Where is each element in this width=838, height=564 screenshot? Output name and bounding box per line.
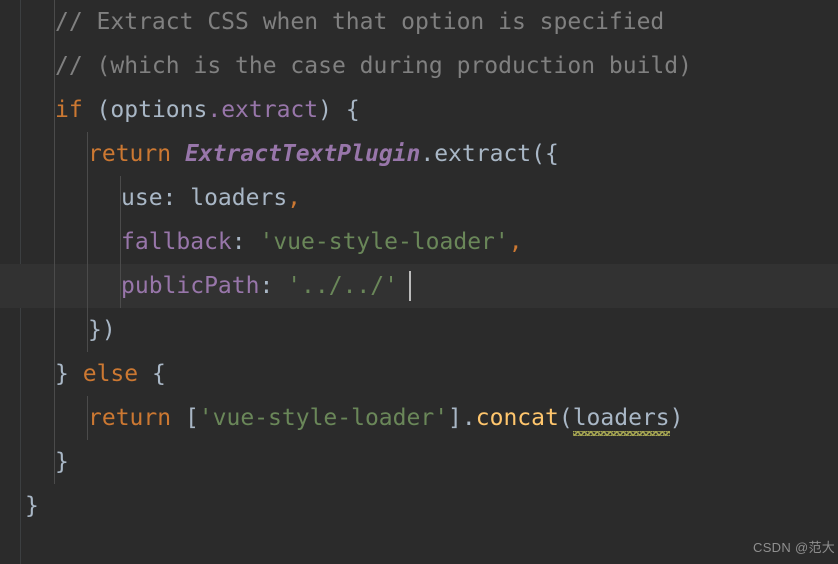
code-token: concat xyxy=(475,405,559,431)
code-line[interactable]: } xyxy=(55,440,69,484)
code-line[interactable]: return ExtractTextPlugin.extract({ xyxy=(88,132,559,176)
code-editor[interactable]: // Extract CSS when that option is speci… xyxy=(0,0,838,564)
code-token: publicPath xyxy=(121,273,260,299)
code-token: 'vue-style-loader' xyxy=(198,405,449,431)
code-token: else xyxy=(82,361,139,387)
code-token: // Extract CSS when that option is speci… xyxy=(55,9,665,35)
code-token-warning: loaders xyxy=(572,396,670,440)
code-token: use: loaders xyxy=(121,185,288,211)
code-token: }) xyxy=(88,317,116,343)
watermark: CSDN @范大 xyxy=(753,540,836,555)
code-line[interactable]: // (which is the case during production … xyxy=(55,44,692,88)
code-token: } xyxy=(55,361,69,387)
code-token: .extract xyxy=(207,97,319,123)
code-token: } xyxy=(25,493,39,519)
code-line[interactable]: use: loaders, xyxy=(121,176,301,220)
code-token: ) { xyxy=(318,97,360,123)
code-token: ) xyxy=(669,405,684,431)
code-line[interactable]: fallback: 'vue-style-loader', xyxy=(121,220,523,264)
code-token: ( xyxy=(558,405,573,431)
code-token: return xyxy=(88,405,172,431)
code-content[interactable]: // Extract CSS when that option is speci… xyxy=(0,0,838,564)
code-token: ( xyxy=(82,97,111,123)
code-token: fallback xyxy=(121,229,232,255)
code-line[interactable]: // Extract CSS when that option is speci… xyxy=(55,0,664,44)
code-token: if xyxy=(55,97,83,123)
code-token: : xyxy=(231,229,260,255)
code-token: , xyxy=(287,185,302,211)
code-token: '../../' xyxy=(287,273,398,299)
code-token: , xyxy=(508,229,523,255)
code-token: 'vue-style-loader' xyxy=(259,229,509,255)
code-token: { xyxy=(138,361,166,387)
code-line[interactable]: return ['vue-style-loader'].concat(loade… xyxy=(88,396,684,440)
text-caret xyxy=(409,271,411,301)
code-token: } xyxy=(55,449,69,475)
code-line[interactable]: publicPath: '../../' xyxy=(121,264,398,308)
code-token: ExtractTextPlugin xyxy=(184,141,421,167)
code-line[interactable]: } else { xyxy=(55,352,166,396)
code-token: // (which is the case during production … xyxy=(55,53,692,79)
code-line[interactable]: } xyxy=(25,484,39,528)
code-token: options xyxy=(110,97,208,123)
code-token: : xyxy=(259,273,288,299)
code-token: ]. xyxy=(448,405,476,431)
code-line[interactable]: if (options.extract) { xyxy=(55,88,360,132)
code-token: return xyxy=(88,141,172,167)
code-line[interactable]: }) xyxy=(88,308,116,352)
code-token: [ xyxy=(171,405,199,431)
code-token: .extract({ xyxy=(420,141,559,167)
